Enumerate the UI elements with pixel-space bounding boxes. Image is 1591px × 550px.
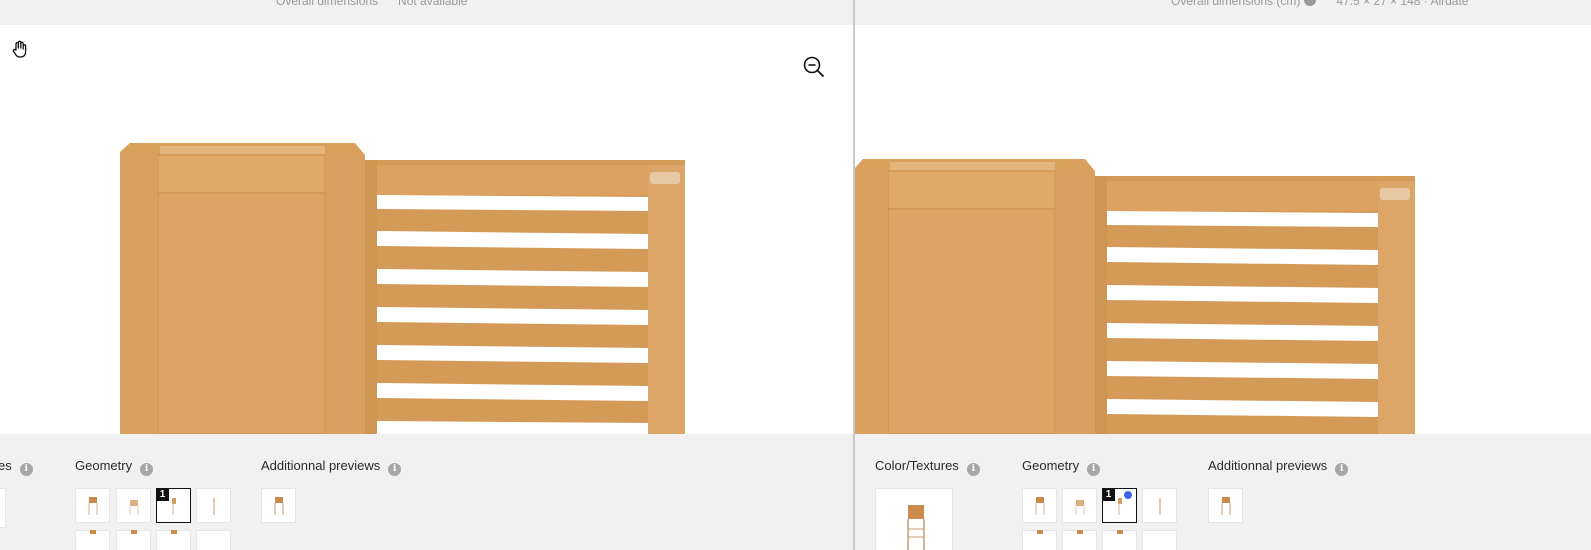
info-icon[interactable]: i [1335,463,1349,476]
zoom-out-icon[interactable] [802,55,826,79]
geometry-thumb[interactable] [1142,488,1177,523]
geometry-thumb[interactable] [75,488,110,523]
info-icon[interactable]: i [19,463,33,476]
right-furniture-render [855,159,1415,434]
right-geometry-title-text: Geometry [1022,458,1080,473]
additional-preview-thumb[interactable] [261,488,296,523]
left-geometry-section-title: Geometry i [75,458,154,476]
hand-pan-icon[interactable] [10,39,30,59]
color-texture-preview [907,505,925,550]
geometry-thumb[interactable] [1062,530,1097,550]
info-icon[interactable]: i [140,463,154,476]
right-dims-label: Overall dimensions (cm) [1171,0,1301,8]
right-geometry-section-title: Geometry i [1022,458,1101,476]
right-additional-title-text: Additionnal previews [1208,458,1328,473]
info-icon[interactable]: i [1087,463,1101,476]
left-color-thumb[interactable] [0,488,6,528]
geometry-thumb[interactable] [156,530,191,550]
info-icon[interactable] [1304,0,1317,6]
left-additional-section-title: Additionnal previews i [261,458,402,476]
left-furniture-render [120,143,685,434]
info-icon[interactable]: i [388,463,402,476]
left-additional-title-text: Additionnal previews [261,458,381,473]
left-dimensions: Overall dimensions Not available [276,0,467,8]
additional-preview-thumb[interactable] [1208,488,1243,523]
geometry-thumb[interactable] [196,488,231,523]
left-top-bar: Overall dimensions Not available [0,0,853,25]
right-dims-value: 47.5 × 27 × 148 · Airdate [1336,0,1469,8]
geometry-thumb[interactable] [75,530,110,550]
geometry-thumb[interactable] [116,530,151,550]
geometry-thumb[interactable] [196,530,231,550]
info-icon[interactable]: i [966,463,980,476]
geometry-thumb[interactable] [1022,488,1057,523]
right-top-bar: Overall dimensions (cm) 47.5 × 27 × 148 ·… [855,0,1591,25]
geometry-thumb-selected[interactable]: 1 [1102,488,1137,523]
geometry-thumb-selected[interactable]: 1 [156,488,191,523]
right-color-section-title: Color/Textures i [875,458,980,476]
left-pane: Overall dimensions Not available es i Ge… [0,0,853,550]
geometry-thumb[interactable] [1062,488,1097,523]
left-color-section-title: es i [0,458,33,476]
geometry-thumb[interactable] [1022,530,1057,550]
right-dimensions: Overall dimensions (cm) 47.5 × 27 × 148 ·… [1171,0,1468,8]
comparison-view: Overall dimensions Not available es i Ge… [0,0,1591,550]
right-3d-viewer[interactable] [855,25,1591,434]
geometry-thumb[interactable] [1102,530,1137,550]
left-geometry-title-text: Geometry [75,458,133,473]
color-texture-thumb[interactable] [875,488,953,550]
right-options-panel: Color/Textures i Geometry i 1 Additionna… [855,434,1591,550]
left-dims-label: Overall dimensions [276,0,379,8]
geometry-thumb[interactable] [1142,530,1177,550]
geometry-thumb[interactable] [116,488,151,523]
left-options-panel: es i Geometry i 1 Additionnal previews i [0,434,853,550]
right-pane: Overall dimensions (cm) 47.5 × 27 × 148 ·… [855,0,1591,550]
left-3d-viewer[interactable] [0,25,853,434]
right-additional-section-title: Additionnal previews i [1208,458,1349,476]
right-color-title-text: Color/Textures [875,458,959,473]
left-dims-value: Not available [398,0,468,8]
left-color-title-text: es [0,458,12,473]
